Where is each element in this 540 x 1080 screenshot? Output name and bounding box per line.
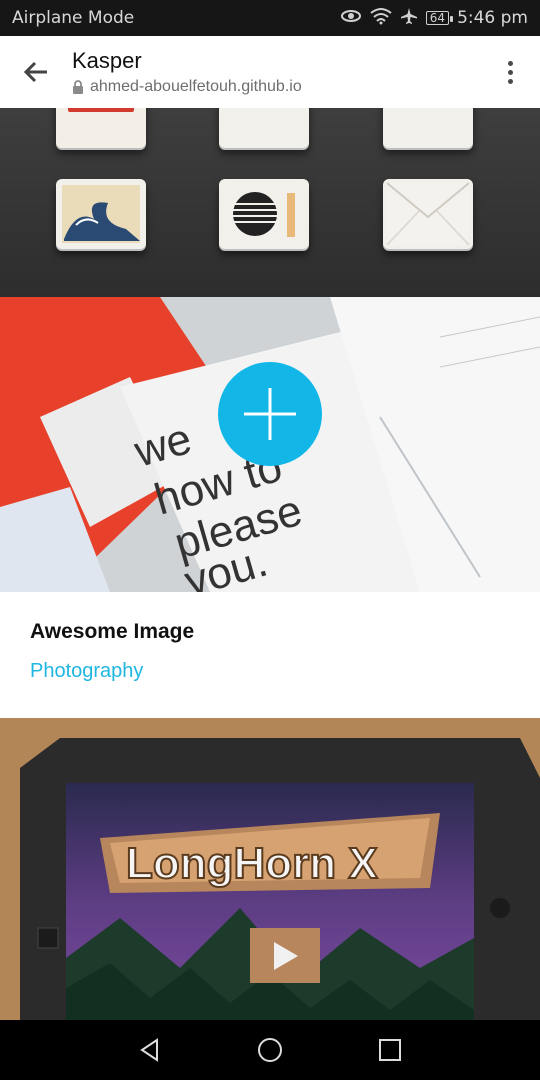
card-category-link[interactable]: Photography	[30, 660, 143, 683]
page-title: Kasper	[72, 48, 142, 73]
dot-icon	[507, 60, 513, 66]
photos-icon	[56, 179, 146, 249]
square-recents-icon	[379, 1039, 401, 1061]
game-image-card[interactable]: LongHorn X	[0, 718, 540, 1020]
status-bar: Airplane Mode 64 5:46 pm	[0, 0, 540, 36]
airplane-icon	[400, 7, 418, 30]
wifi-icon	[370, 7, 392, 30]
plus-icon	[244, 388, 296, 440]
radio-icon	[219, 179, 309, 249]
nav-recents-button[interactable]	[370, 1030, 410, 1070]
url-row[interactable]: ahmed-abouelfetouh.github.io	[72, 78, 302, 96]
game-logo-text: LongHorn X	[126, 839, 378, 888]
calendar-icon	[56, 108, 146, 148]
system-nav-bar	[0, 1020, 540, 1080]
status-icons: 64 5:46 pm	[340, 7, 528, 30]
nav-back-button[interactable]	[130, 1030, 170, 1070]
more-options-button[interactable]	[500, 56, 520, 88]
back-button[interactable]	[20, 56, 52, 88]
app-bar: Kasper ahmed-abouelfetouh.github.io	[0, 36, 540, 108]
eye-icon	[340, 8, 362, 29]
url-text: ahmed-abouelfetouh.github.io	[90, 78, 302, 95]
camera-icon	[219, 108, 309, 148]
airplane-mode-label: Airplane Mode	[12, 8, 135, 28]
triangle-back-icon	[140, 1038, 158, 1062]
card-title[interactable]: Awesome Image	[30, 620, 194, 644]
app-icons-image[interactable]	[0, 108, 540, 297]
dot-icon	[507, 69, 513, 75]
game-tablet-image: LongHorn X	[0, 718, 540, 1020]
nav-home-button[interactable]	[250, 1030, 290, 1070]
portfolio-image-card[interactable]: we how to please you.	[0, 297, 540, 592]
add-plus-button[interactable]	[218, 362, 322, 466]
back-arrow-icon	[23, 61, 47, 83]
card-info: Awesome Image Photography	[0, 592, 540, 718]
dot-icon	[507, 78, 513, 84]
circle-home-icon	[258, 1038, 282, 1062]
clock: 5:46 pm	[457, 8, 528, 28]
portfolio-content: we how to please you. Awesome Image Phot…	[0, 108, 540, 1020]
lock-icon	[73, 80, 83, 94]
battery-icon: 64	[425, 11, 454, 25]
notes-icon	[383, 108, 473, 148]
mail-icon	[383, 179, 473, 249]
